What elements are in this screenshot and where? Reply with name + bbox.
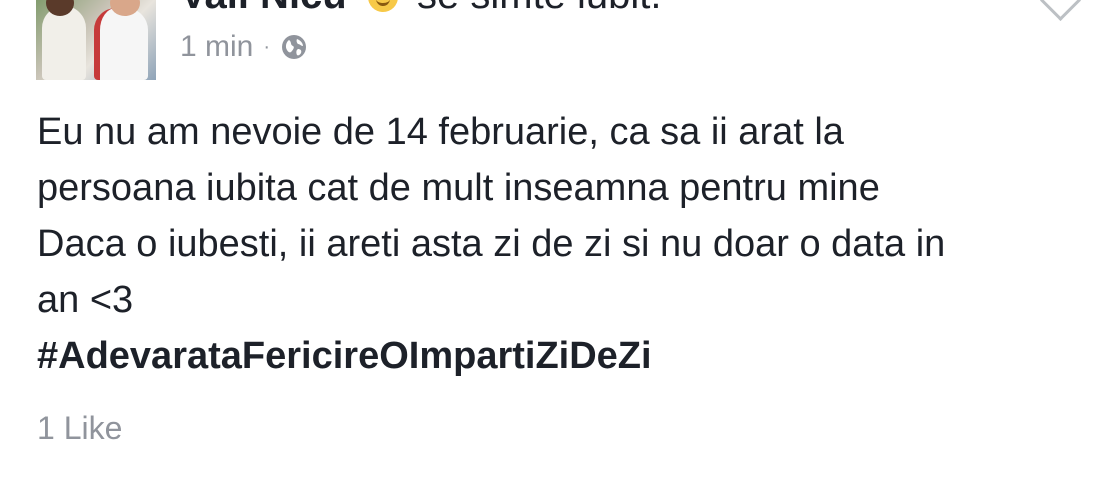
- post-text-line: persoana iubita cat de mult inseamna pen…: [37, 167, 880, 209]
- globe-icon[interactable]: [280, 33, 308, 61]
- chevron-down-icon[interactable]: [1039, 0, 1082, 22]
- post-text-line: an <3: [37, 279, 134, 321]
- meta-separator: ·: [263, 35, 271, 58]
- feeling-text: se simte iubit.: [417, 0, 662, 17]
- post-meta: 1 min ·: [180, 30, 308, 64]
- hashtag-link[interactable]: #AdevarataFericireOImpartiZiDeZi: [37, 328, 1087, 384]
- smiley-icon: [367, 0, 398, 12]
- author-name[interactable]: Vali Nicu: [180, 0, 347, 17]
- post-header: Vali Nicu se simte iubit.: [180, 0, 662, 20]
- avatar-person-right: [94, 8, 148, 80]
- like-count[interactable]: 1 Like: [37, 410, 122, 447]
- avatar-person-left: [42, 6, 86, 80]
- post-text-line: Eu nu am nevoie de 14 februarie, ca sa i…: [37, 111, 844, 153]
- post-text-line: Daca o iubesti, ii areti asta zi de zi s…: [37, 223, 946, 265]
- post-body: Eu nu am nevoie de 14 februarie, ca sa i…: [37, 104, 1087, 384]
- author-avatar[interactable]: [36, 0, 156, 80]
- timestamp[interactable]: 1 min: [180, 30, 253, 64]
- facebook-post: Vali Nicu se simte iubit. 1 min · Eu nu …: [0, 0, 1117, 483]
